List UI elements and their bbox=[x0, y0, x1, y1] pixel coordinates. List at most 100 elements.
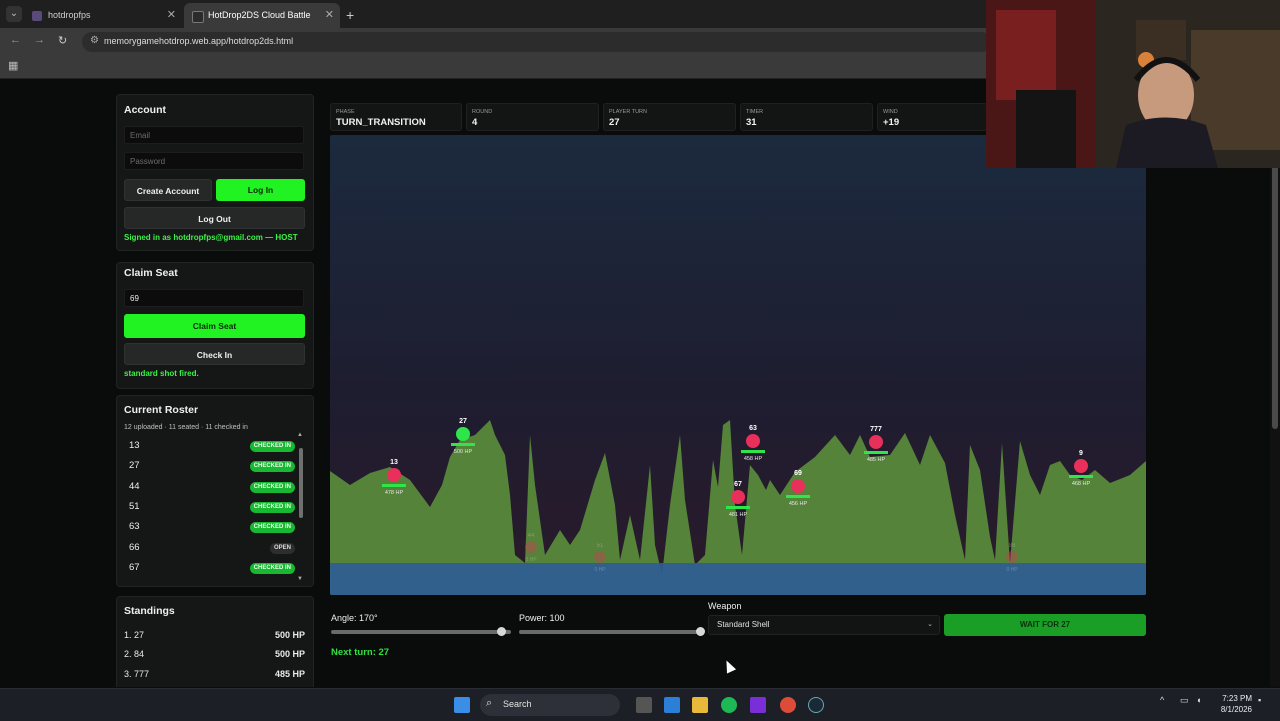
stat-value: 27 bbox=[609, 117, 620, 128]
player-health-bar bbox=[1069, 475, 1093, 478]
status-badge: CHECKED IN bbox=[249, 501, 295, 513]
seat-status: standard shot fired. bbox=[124, 369, 199, 378]
stat-value: +19 bbox=[883, 117, 900, 128]
player-label: 777 bbox=[870, 426, 882, 433]
hud-fx-icon[interactable] bbox=[750, 697, 766, 713]
arrow-left-icon[interactable]: ← bbox=[10, 34, 21, 46]
player-marker bbox=[869, 435, 883, 449]
logout-button[interactable]: Log Out bbox=[124, 207, 305, 229]
weapon-selected: Standard Shell bbox=[717, 620, 770, 629]
player-hp-text: 478 HP bbox=[385, 490, 404, 496]
chrome-icon[interactable] bbox=[780, 697, 796, 713]
standings-row: 1. 27 500 HP bbox=[124, 630, 305, 640]
arrow-right-icon[interactable]: → bbox=[34, 34, 45, 46]
dead-player-label: 44 bbox=[528, 533, 535, 539]
stat-value: 4 bbox=[472, 117, 478, 128]
seat-number-field[interactable]: 69 bbox=[124, 289, 304, 307]
page-scrollbar[interactable] bbox=[1270, 79, 1280, 687]
login-button[interactable]: Log In bbox=[216, 179, 305, 201]
stat-label: WIND bbox=[883, 109, 898, 115]
battlefield-canvas[interactable]: 13 478 HP 27 500 HP 63 458 HP 67 481 HP 69 456 HP… bbox=[330, 135, 1146, 595]
page-scroll-thumb[interactable] bbox=[1272, 159, 1278, 429]
power-label: Power: 100 bbox=[519, 613, 565, 623]
player-marker bbox=[746, 434, 760, 448]
network-icon[interactable]: ▭ bbox=[1180, 695, 1189, 706]
claim-seat-panel: Claim Seat 69 Claim Seat Check In standa… bbox=[116, 262, 314, 389]
power-slider[interactable] bbox=[519, 627, 705, 636]
status-badge: CHECKED IN bbox=[249, 522, 295, 534]
spotify-icon[interactable] bbox=[721, 697, 737, 713]
next-turn-label: Next turn: 27 bbox=[331, 647, 390, 658]
power-slider-knob[interactable] bbox=[696, 627, 705, 636]
check-in-button[interactable]: Check In bbox=[124, 343, 305, 365]
notepad-icon[interactable] bbox=[664, 697, 680, 713]
standings-hp: 485 HP bbox=[274, 669, 305, 679]
close-icon[interactable]: ✕ bbox=[167, 3, 176, 28]
scroll-up-icon[interactable]: ▲ bbox=[297, 432, 303, 438]
volume-icon[interactable]: ◖ bbox=[1196, 695, 1201, 705]
taskbar-search[interactable]: ⌕ Search bbox=[480, 694, 620, 716]
reload-icon[interactable]: ↻ bbox=[58, 34, 67, 47]
player-health-bar bbox=[726, 506, 750, 509]
player-health-bar bbox=[864, 451, 888, 454]
standings-rank: 3. 777 bbox=[124, 669, 150, 679]
windows-start-icon[interactable] bbox=[454, 697, 470, 713]
file-explorer-icon[interactable] bbox=[692, 697, 708, 713]
taskbar-clock[interactable]: 7:23 PM 8/1/2026 bbox=[1216, 693, 1252, 715]
password-field[interactable]: Password bbox=[124, 152, 304, 170]
player-turn-stat: PLAYER TURN 27 bbox=[603, 103, 736, 131]
tab-search-chevron-icon[interactable]: ⌄ bbox=[6, 6, 22, 22]
tray-chevron-up-icon[interactable]: ^ bbox=[1160, 695, 1164, 705]
player-hp-text: 456 HP bbox=[789, 501, 808, 507]
new-tab-button[interactable]: + bbox=[346, 3, 354, 28]
tab-favicon-icon bbox=[32, 11, 42, 21]
roster-panel: Current Roster 12 uploaded · 11 seated ·… bbox=[116, 395, 314, 587]
site-settings-icon[interactable]: ⚙ bbox=[90, 35, 99, 46]
player-health-bar bbox=[786, 495, 810, 498]
angle-slider[interactable] bbox=[331, 627, 511, 636]
player-health-bar bbox=[741, 450, 765, 453]
apps-grid-icon[interactable]: ▦ bbox=[8, 59, 18, 72]
signed-in-status: Signed in as hotdropfps@gmail.com — HOST bbox=[124, 233, 298, 242]
angle-slider-knob[interactable] bbox=[497, 627, 506, 636]
standings-panel: Standings 1. 27 500 HP 2. 84 500 HP 3. 7… bbox=[116, 596, 314, 687]
roster-row: 27 CHECKED IN bbox=[123, 456, 295, 476]
player-hp-text: 468 HP bbox=[1072, 481, 1091, 487]
roster-seat-number: 44 bbox=[129, 480, 140, 492]
roster-seat-number: 51 bbox=[129, 500, 140, 512]
search-label: Search bbox=[503, 699, 532, 709]
standings-row: 2. 84 500 HP bbox=[124, 649, 305, 659]
tab-title: HotDrop2DS Cloud Battle bbox=[208, 10, 311, 20]
steam-icon[interactable] bbox=[808, 697, 824, 713]
player-marker bbox=[456, 427, 470, 441]
email-field[interactable]: Email bbox=[124, 126, 304, 144]
roster-scrollbar[interactable]: ▲ ▼ bbox=[297, 432, 305, 582]
roster-row: 44 CHECKED IN bbox=[123, 477, 295, 497]
roster-row: 67 CHECKED IN bbox=[123, 558, 295, 578]
wait-turn-button[interactable]: WAIT FOR 27 bbox=[944, 614, 1146, 636]
standings-row: 3. 777 485 HP bbox=[124, 669, 305, 679]
roster-seat-number: 66 bbox=[129, 541, 140, 553]
browser-tab-hotdropfps[interactable]: hotdropfps ✕ bbox=[24, 3, 182, 28]
stat-label: TIMER bbox=[746, 109, 764, 115]
scroll-down-icon[interactable]: ▼ bbox=[297, 576, 303, 582]
claim-seat-button[interactable]: Claim Seat bbox=[124, 314, 305, 338]
address-bar[interactable]: ⚙ memorygamehotdrop.web.app/hotdrop2ds.h… bbox=[82, 32, 992, 52]
notifications-bell-icon[interactable]: ▪ bbox=[1258, 695, 1261, 705]
chevron-down-icon: ⌄ bbox=[927, 621, 933, 628]
create-account-button[interactable]: Create Account bbox=[124, 179, 212, 201]
player-label: 67 bbox=[734, 481, 742, 488]
weapon-select[interactable]: Standard Shell ⌄ bbox=[708, 615, 940, 635]
standings-heading: Standings bbox=[124, 605, 175, 617]
round-stat: ROUND 4 bbox=[466, 103, 599, 131]
scroll-thumb[interactable] bbox=[299, 448, 303, 518]
player-label: 9 bbox=[1079, 450, 1083, 457]
dead-player-hp: 0 HP bbox=[594, 567, 606, 573]
task-view-icon[interactable] bbox=[636, 697, 652, 713]
standings-rank: 1. 27 bbox=[124, 630, 145, 640]
account-heading: Account bbox=[124, 104, 166, 116]
status-badge: CHECKED IN bbox=[249, 441, 295, 452]
close-icon[interactable]: ✕ bbox=[325, 3, 334, 28]
browser-tab-active[interactable]: HotDrop2DS Cloud Battle ✕ bbox=[184, 3, 340, 28]
tab-title: hotdropfps bbox=[48, 10, 91, 20]
